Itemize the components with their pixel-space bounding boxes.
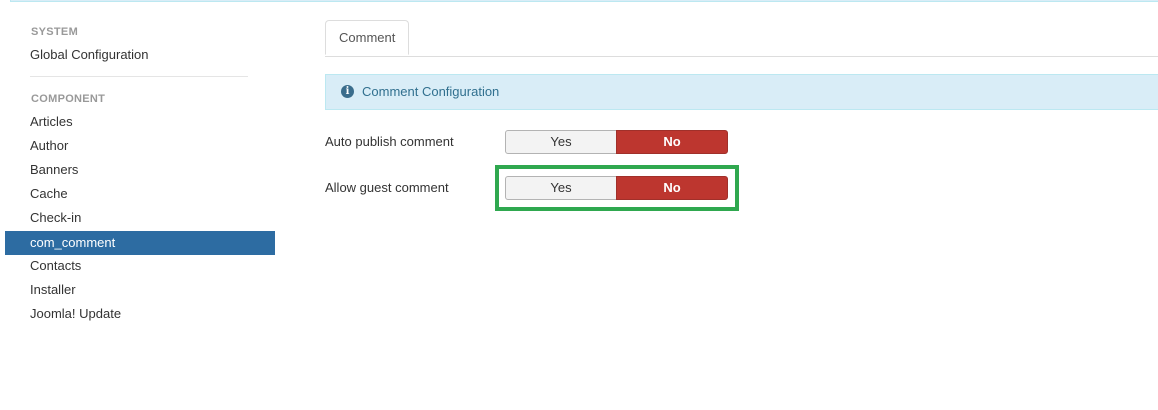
info-alert: i Comment Configuration	[325, 74, 1158, 110]
alert-text: Comment Configuration	[362, 84, 500, 99]
sidebar-item-global-configuration[interactable]: Global Configuration	[5, 43, 275, 67]
allow-guest-comment-label: Allow guest comment	[325, 180, 449, 195]
sidebar-item-author[interactable]: Author	[5, 134, 275, 158]
sidebar-item-installer[interactable]: Installer	[5, 278, 275, 302]
sidebar-item-check-in[interactable]: Check-in	[5, 206, 275, 230]
auto-publish-no-button[interactable]: No	[616, 130, 728, 154]
tab-comment[interactable]: Comment	[325, 20, 410, 55]
sidebar-item-joomla-update[interactable]: Joomla! Update	[5, 302, 275, 326]
auto-publish-comment-label: Auto publish comment	[325, 134, 454, 149]
sidebar-header-system: SYSTEM	[31, 26, 79, 38]
tab-bar: Comment	[325, 20, 1158, 57]
sidebar-item-articles[interactable]: Articles	[5, 110, 275, 134]
sidebar-divider	[30, 76, 248, 77]
sidebar-item-contacts[interactable]: Contacts	[5, 254, 275, 278]
top-info-strip	[10, 0, 1158, 2]
sidebar-item-com-comment[interactable]: com_comment	[5, 231, 275, 255]
sidebar-item-banners[interactable]: Banners	[5, 158, 275, 182]
auto-publish-comment-switch: Yes No	[505, 130, 728, 154]
sidebar-item-cache[interactable]: Cache	[5, 182, 275, 206]
info-circle-icon: i	[341, 85, 354, 98]
auto-publish-yes-button[interactable]: Yes	[505, 130, 617, 154]
sidebar-header-component: COMPONENT	[31, 93, 106, 105]
highlight-box	[495, 165, 739, 211]
